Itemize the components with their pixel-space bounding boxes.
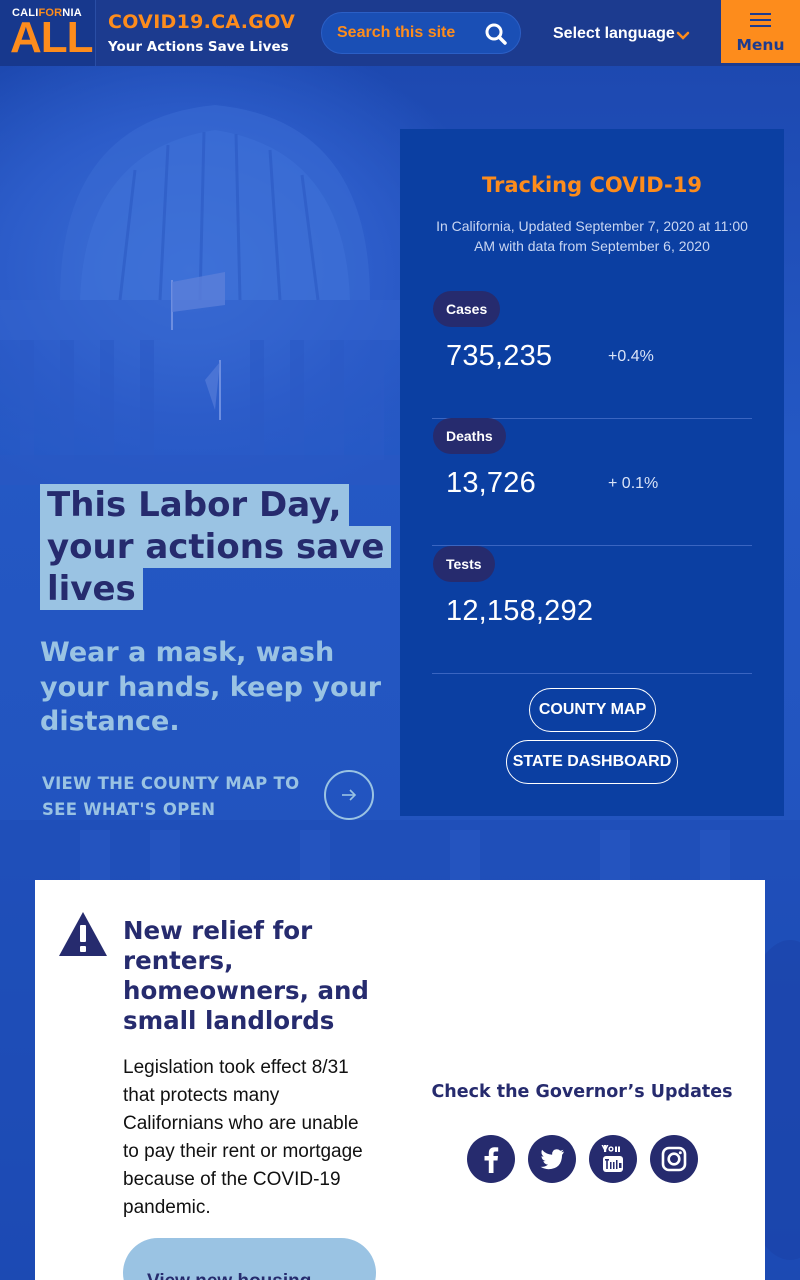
hero-subtitle: Wear a mask, wash your hands, keep your … bbox=[40, 637, 382, 737]
search-box bbox=[321, 12, 521, 54]
menu-label: Menu bbox=[736, 36, 785, 54]
governor-updates-heading: Check the Governor’s Updates bbox=[431, 1082, 733, 1102]
county-map-button[interactable]: COUNTY MAP bbox=[529, 688, 656, 732]
tracking-title: Tracking COVID-19 bbox=[482, 173, 702, 197]
stat-change: + 0.1% bbox=[608, 475, 659, 492]
stat-value: 13,726 bbox=[446, 467, 536, 499]
chevron-down-icon bbox=[676, 31, 690, 40]
relief-body: Legislation took effect 8/31 that protec… bbox=[123, 1057, 363, 1218]
search-button[interactable] bbox=[484, 22, 508, 46]
hamburger-icon bbox=[750, 13, 771, 27]
hero-title: This Labor Day, your actions save lives bbox=[40, 484, 400, 610]
county-map-arrow-button[interactable] bbox=[324, 770, 374, 820]
stat-label: Tests bbox=[433, 546, 495, 582]
facebook-link[interactable] bbox=[467, 1135, 515, 1183]
tracking-updated: In California, Updated September 7, 2020… bbox=[436, 218, 748, 254]
search-icon bbox=[485, 23, 507, 45]
county-map-link[interactable]: VIEW THE COUNTY MAP TO SEE WHAT'S OPEN bbox=[42, 771, 317, 823]
instagram-icon bbox=[661, 1146, 687, 1172]
relief-card: New relief for renters, homeowners, and … bbox=[35, 880, 765, 1280]
tracking-panel: Tracking COVID-19 In California, Updated… bbox=[400, 129, 784, 816]
stat-label: Cases bbox=[433, 291, 501, 327]
arrow-right-icon bbox=[342, 789, 357, 801]
stat-value: 735,235 bbox=[446, 340, 553, 372]
site-header: CALIFORNIA ALL COVID19.CA.GOV Your Actio… bbox=[0, 0, 800, 66]
logo-all: ALL bbox=[10, 13, 94, 62]
warning-icon bbox=[59, 912, 107, 956]
stat-value: 12,158,292 bbox=[446, 595, 594, 627]
site-tagline: Your Actions Save Lives bbox=[108, 39, 289, 55]
stat-cases: Cases 735,235 +0.4% bbox=[432, 291, 752, 419]
view-housing-button[interactable]: View new housing bbox=[123, 1238, 376, 1280]
stat-deaths: Deaths 13,726 + 0.1% bbox=[432, 418, 752, 546]
site-title[interactable]: COVID19.CA.GOV bbox=[108, 11, 295, 33]
twitter-icon bbox=[540, 1149, 564, 1170]
facebook-icon bbox=[484, 1147, 499, 1173]
instagram-link[interactable] bbox=[650, 1135, 698, 1183]
state-dashboard-button[interactable]: STATE DASHBOARD bbox=[506, 740, 678, 784]
stat-label: Deaths bbox=[433, 418, 506, 454]
language-select[interactable]: Select language bbox=[553, 25, 675, 43]
twitter-link[interactable] bbox=[528, 1135, 576, 1183]
youtube-icon bbox=[601, 1145, 623, 1172]
california-for-all-logo[interactable]: CALIFORNIA ALL bbox=[0, 0, 96, 66]
search-input[interactable] bbox=[337, 22, 477, 44]
stat-tests: Tests 12,158,292 bbox=[432, 546, 752, 674]
relief-heading: New relief for renters, homeowners, and … bbox=[123, 916, 369, 1035]
menu-button[interactable]: Menu bbox=[721, 0, 800, 63]
stat-change: +0.4% bbox=[608, 348, 654, 365]
youtube-link[interactable] bbox=[589, 1135, 637, 1183]
